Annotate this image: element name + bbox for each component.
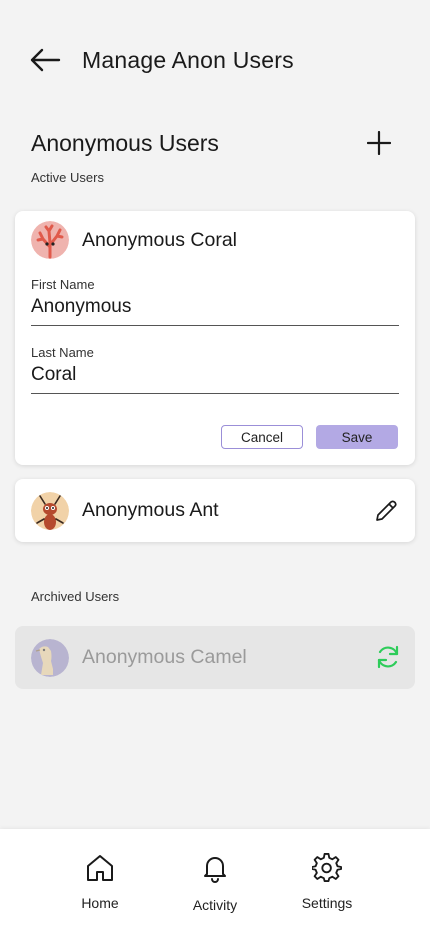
camel-avatar bbox=[31, 638, 69, 677]
first-name-label: First Name bbox=[31, 277, 95, 292]
page-title: Manage Anon Users bbox=[82, 46, 294, 73]
app-header: Manage Anon Users bbox=[28, 40, 410, 80]
first-name-input[interactable] bbox=[31, 292, 399, 326]
coral-avatar bbox=[31, 221, 69, 259]
plus-icon bbox=[367, 131, 391, 155]
add-user-button[interactable] bbox=[364, 128, 394, 158]
ant-avatar bbox=[31, 491, 69, 530]
nav-home-label: Home bbox=[81, 895, 119, 911]
user-row-ant: Anonymous Ant bbox=[15, 479, 415, 542]
arrow-left-icon bbox=[30, 48, 61, 72]
nav-settings[interactable]: Settings bbox=[287, 853, 367, 911]
archived-users-label: Archived Users bbox=[31, 589, 120, 604]
user-row-coral: Anonymous Coral bbox=[15, 211, 415, 269]
user-name: Anonymous Ant bbox=[82, 499, 219, 521]
bell-icon bbox=[204, 857, 226, 883]
user-name: Anonymous Coral bbox=[82, 228, 237, 251]
manage-anon-users-screen: Manage Anon Users Anonymous Users Active… bbox=[0, 0, 430, 929]
section-header: Anonymous Users bbox=[31, 128, 394, 158]
active-users-label: Active Users bbox=[31, 170, 104, 185]
restore-user-button[interactable] bbox=[375, 644, 401, 670]
restore-icon bbox=[377, 645, 399, 669]
nav-settings-label: Settings bbox=[301, 895, 353, 911]
save-button[interactable]: Save bbox=[316, 425, 398, 449]
home-icon bbox=[87, 855, 113, 881]
user-row-camel: Anonymous Camel bbox=[15, 626, 415, 689]
cancel-button[interactable]: Cancel bbox=[221, 425, 303, 449]
section-title: Anonymous Users bbox=[31, 129, 219, 156]
user-edit-card: Anonymous Coral First Name Last Name Can… bbox=[15, 211, 415, 465]
pencil-icon bbox=[376, 500, 397, 521]
edit-user-button[interactable] bbox=[373, 498, 399, 524]
last-name-input[interactable] bbox=[31, 360, 399, 394]
user-name: Anonymous Camel bbox=[82, 646, 247, 668]
nav-activity[interactable]: Activity bbox=[175, 853, 255, 913]
nav-activity-label: Activity bbox=[192, 897, 238, 913]
gear-icon bbox=[312, 853, 342, 883]
user-card-ant[interactable]: Anonymous Ant bbox=[15, 479, 415, 542]
nav-home[interactable]: Home bbox=[60, 853, 140, 911]
last-name-label: Last Name bbox=[31, 345, 94, 360]
first-name-field: First Name bbox=[31, 277, 399, 326]
bottom-navigation: Home Activity Settings bbox=[0, 829, 430, 929]
archived-user-card-camel: Anonymous Camel bbox=[15, 626, 415, 689]
back-button[interactable] bbox=[28, 43, 62, 77]
last-name-field: Last Name bbox=[31, 345, 399, 394]
